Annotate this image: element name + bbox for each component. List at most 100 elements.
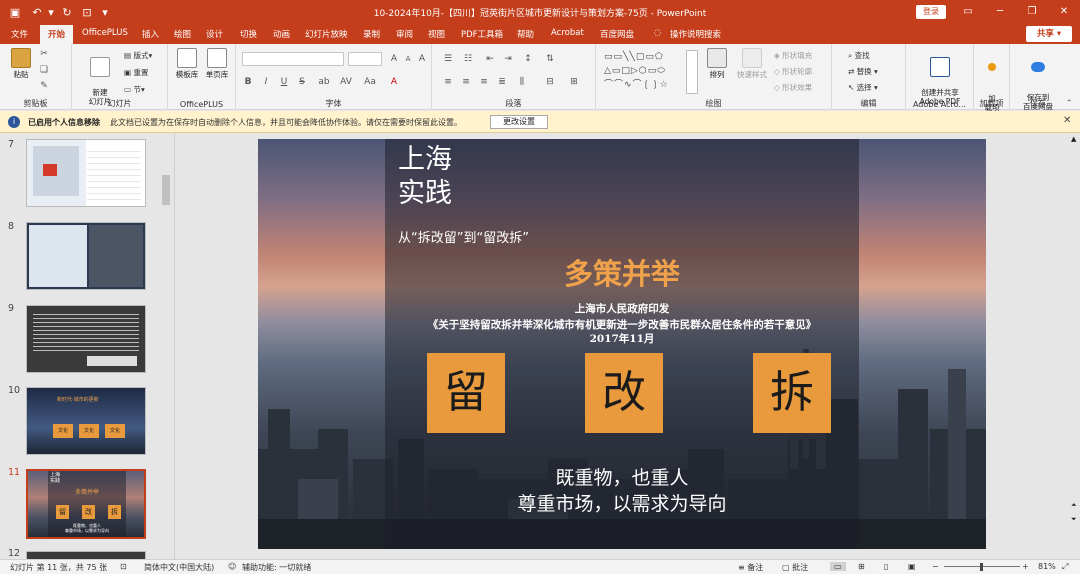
comments-button[interactable]: ▢ 批注 <box>782 562 808 573</box>
change-settings-button[interactable]: 更改设置 <box>490 115 548 129</box>
font-shrink-icon[interactable]: A <box>402 53 414 65</box>
minimize-icon[interactable]: ─ <box>992 4 1008 20</box>
slide-headline[interactable]: 多策并举 <box>258 251 986 293</box>
info-bar-close-icon[interactable]: ✕ <box>1063 115 1071 126</box>
font-name-combo[interactable] <box>242 52 344 66</box>
previous-slide-icon[interactable]: ⏶ <box>1071 501 1077 510</box>
slide-title[interactable]: 上海 实践 <box>398 143 452 211</box>
close-icon[interactable]: ✕ <box>1056 4 1072 20</box>
tab-officeplus[interactable]: OfficePLUS <box>82 28 128 38</box>
slide-publisher[interactable]: 上海市人民政府印发 <box>258 301 986 316</box>
language-indicator[interactable]: 简体中文(中国大陆) <box>144 562 214 573</box>
slide-box-renovate[interactable]: 改 <box>585 353 663 433</box>
thumbnail-slide-12[interactable] <box>26 551 146 559</box>
cut-icon[interactable]: ✂ <box>38 48 50 60</box>
create-pdf-button[interactable]: 创建并共享 Adobe PDF <box>910 48 970 106</box>
bullets-icon[interactable]: ☰ <box>442 53 454 65</box>
save-icon[interactable]: ▣ <box>8 5 22 19</box>
login-button[interactable]: 登录 <box>916 5 946 19</box>
thumbnail-slide-9[interactable] <box>26 305 146 373</box>
bold-button[interactable]: B <box>242 76 254 88</box>
present-icon[interactable]: ⊡ <box>80 5 94 19</box>
reset-button[interactable]: ▣ 重置 <box>124 67 148 78</box>
justify-icon[interactable]: ≣ <box>496 76 508 88</box>
tab-baidu[interactable]: 百度网盘 <box>600 28 634 40</box>
single-page-library-button[interactable]: 单页库 <box>202 48 232 79</box>
layout-button[interactable]: ▤ 版式▾ <box>124 50 152 61</box>
strikethrough-button[interactable]: S <box>296 76 308 88</box>
shape-outline-button[interactable]: ◇ 形状轮廓 <box>774 66 812 77</box>
decrease-indent-icon[interactable]: ⇤ <box>484 53 496 65</box>
zoom-out-icon[interactable]: − <box>932 562 939 571</box>
fit-to-window-icon[interactable]: ⤢ <box>1062 562 1068 572</box>
reading-view-icon[interactable]: ▯ <box>884 562 888 571</box>
tab-review[interactable]: 审阅 <box>396 28 413 40</box>
clear-format-icon[interactable]: A <box>416 53 428 65</box>
quick-styles-button[interactable]: 快速样式 <box>734 48 770 79</box>
current-slide[interactable]: 上海 实践 从“拆改留”到“留改拆” 多策并举 上海市人民政府印发 《关于坚持留… <box>258 139 986 549</box>
arrange-button[interactable]: 排列 <box>702 48 732 79</box>
slide-sorter-icon[interactable]: ⊞ <box>858 562 865 571</box>
undo-icon[interactable]: ↶ <box>30 5 44 19</box>
align-left-icon[interactable]: ≡ <box>442 76 454 88</box>
slide-scrollbar[interactable]: ▲ ⏶ ⏷ <box>1070 133 1080 559</box>
tab-file[interactable]: 文件 <box>11 28 28 40</box>
accessibility-icon[interactable]: ☺ <box>228 562 236 571</box>
change-case-button[interactable]: Aa <box>362 76 378 88</box>
paste-button[interactable]: 粘贴 <box>8 48 34 79</box>
tab-draw[interactable]: 绘图 <box>174 28 191 40</box>
tab-home[interactable]: 开始 <box>40 25 74 44</box>
shape-effect-button[interactable]: ◇ 形状效果 <box>774 82 812 93</box>
thumbnail-slide-11[interactable]: 上海 实践 多策并举 留 改 拆 既重物，也重人 尊重市场，以需求为导向 <box>26 469 146 539</box>
text-direction-icon[interactable]: ⇅ <box>544 53 556 65</box>
section-button[interactable]: ▭ 节▾ <box>124 84 145 95</box>
font-grow-icon[interactable]: A <box>388 53 400 65</box>
restore-icon[interactable]: ❐ <box>1024 4 1040 20</box>
select-button[interactable]: ↖ 选择 ▾ <box>848 82 878 93</box>
accessibility-status[interactable]: 辅助功能: 一切就绪 <box>242 562 311 573</box>
share-button[interactable]: 共享 ▾ <box>1026 26 1072 42</box>
underline-button[interactable]: U <box>278 76 290 88</box>
numbering-icon[interactable]: ☷ <box>462 53 474 65</box>
scroll-up-icon[interactable]: ▲ <box>1071 135 1076 143</box>
notes-button[interactable]: ≡ 备注 <box>738 562 763 573</box>
tab-acrobat[interactable]: Acrobat <box>551 28 584 38</box>
ribbon-display-icon[interactable]: ▭ <box>960 4 976 20</box>
slide-date[interactable]: 2017年11月 <box>258 331 986 346</box>
redo-icon[interactable]: ↻ <box>60 5 74 19</box>
tab-design[interactable]: 设计 <box>206 28 223 40</box>
spellcheck-icon[interactable]: ⊡ <box>120 562 127 571</box>
smartart-icon[interactable]: ⊞ <box>568 76 580 88</box>
columns-icon[interactable]: ⫼ <box>516 76 528 88</box>
undo-dropdown-icon[interactable]: ▾ <box>44 5 58 19</box>
italic-button[interactable]: I <box>260 76 272 88</box>
tell-me-search[interactable]: 操作说明搜索 <box>670 28 721 40</box>
tab-help[interactable]: 帮助 <box>517 28 534 40</box>
slide-box-retain[interactable]: 留 <box>427 353 505 433</box>
line-spacing-icon[interactable]: ↕ <box>522 53 534 65</box>
align-center-icon[interactable]: ≡ <box>460 76 472 88</box>
find-button[interactable]: ⌕ 查找 <box>848 50 870 61</box>
shadow-button[interactable]: ab <box>316 76 332 88</box>
tab-insert[interactable]: 插入 <box>142 28 159 40</box>
font-size-combo[interactable] <box>348 52 382 66</box>
thumbnail-slide-8[interactable] <box>26 222 146 290</box>
increase-indent-icon[interactable]: ⇥ <box>502 53 514 65</box>
shapes-gallery[interactable]: ▭▭╲╲▢▭⬠ △▭□▷⬡▭⬭ ⌒⌒∿⌒❲❳☆ <box>604 50 686 94</box>
slide-document-title[interactable]: 《关于坚持留改拆并举深化城市有机更新进一步改善市民群众居住条件的若干意见》 <box>258 317 986 332</box>
normal-view-icon[interactable]: ▭ <box>830 562 846 571</box>
tab-view[interactable]: 视图 <box>428 28 445 40</box>
zoom-in-icon[interactable]: + <box>1022 562 1029 571</box>
thumbnail-scrollbar[interactable] <box>161 137 171 555</box>
format-painter-icon[interactable]: ✎ <box>38 80 50 92</box>
tab-slideshow[interactable]: 幻灯片放映 <box>305 28 348 40</box>
shapes-gallery-scroll[interactable] <box>686 50 698 94</box>
thumbnail-slide-7[interactable] <box>26 139 146 207</box>
thumbnail-scroll-thumb[interactable] <box>162 175 170 205</box>
tab-animations[interactable]: 动画 <box>273 28 290 40</box>
tab-pdf-toolbox[interactable]: PDF工具箱 <box>461 28 503 40</box>
shape-fill-button[interactable]: ◈ 形状填充 <box>774 50 812 61</box>
slideshow-icon[interactable]: ▣ <box>908 562 916 571</box>
zoom-level[interactable]: 81% <box>1038 562 1056 571</box>
template-library-button[interactable]: 模板库 <box>172 48 202 79</box>
